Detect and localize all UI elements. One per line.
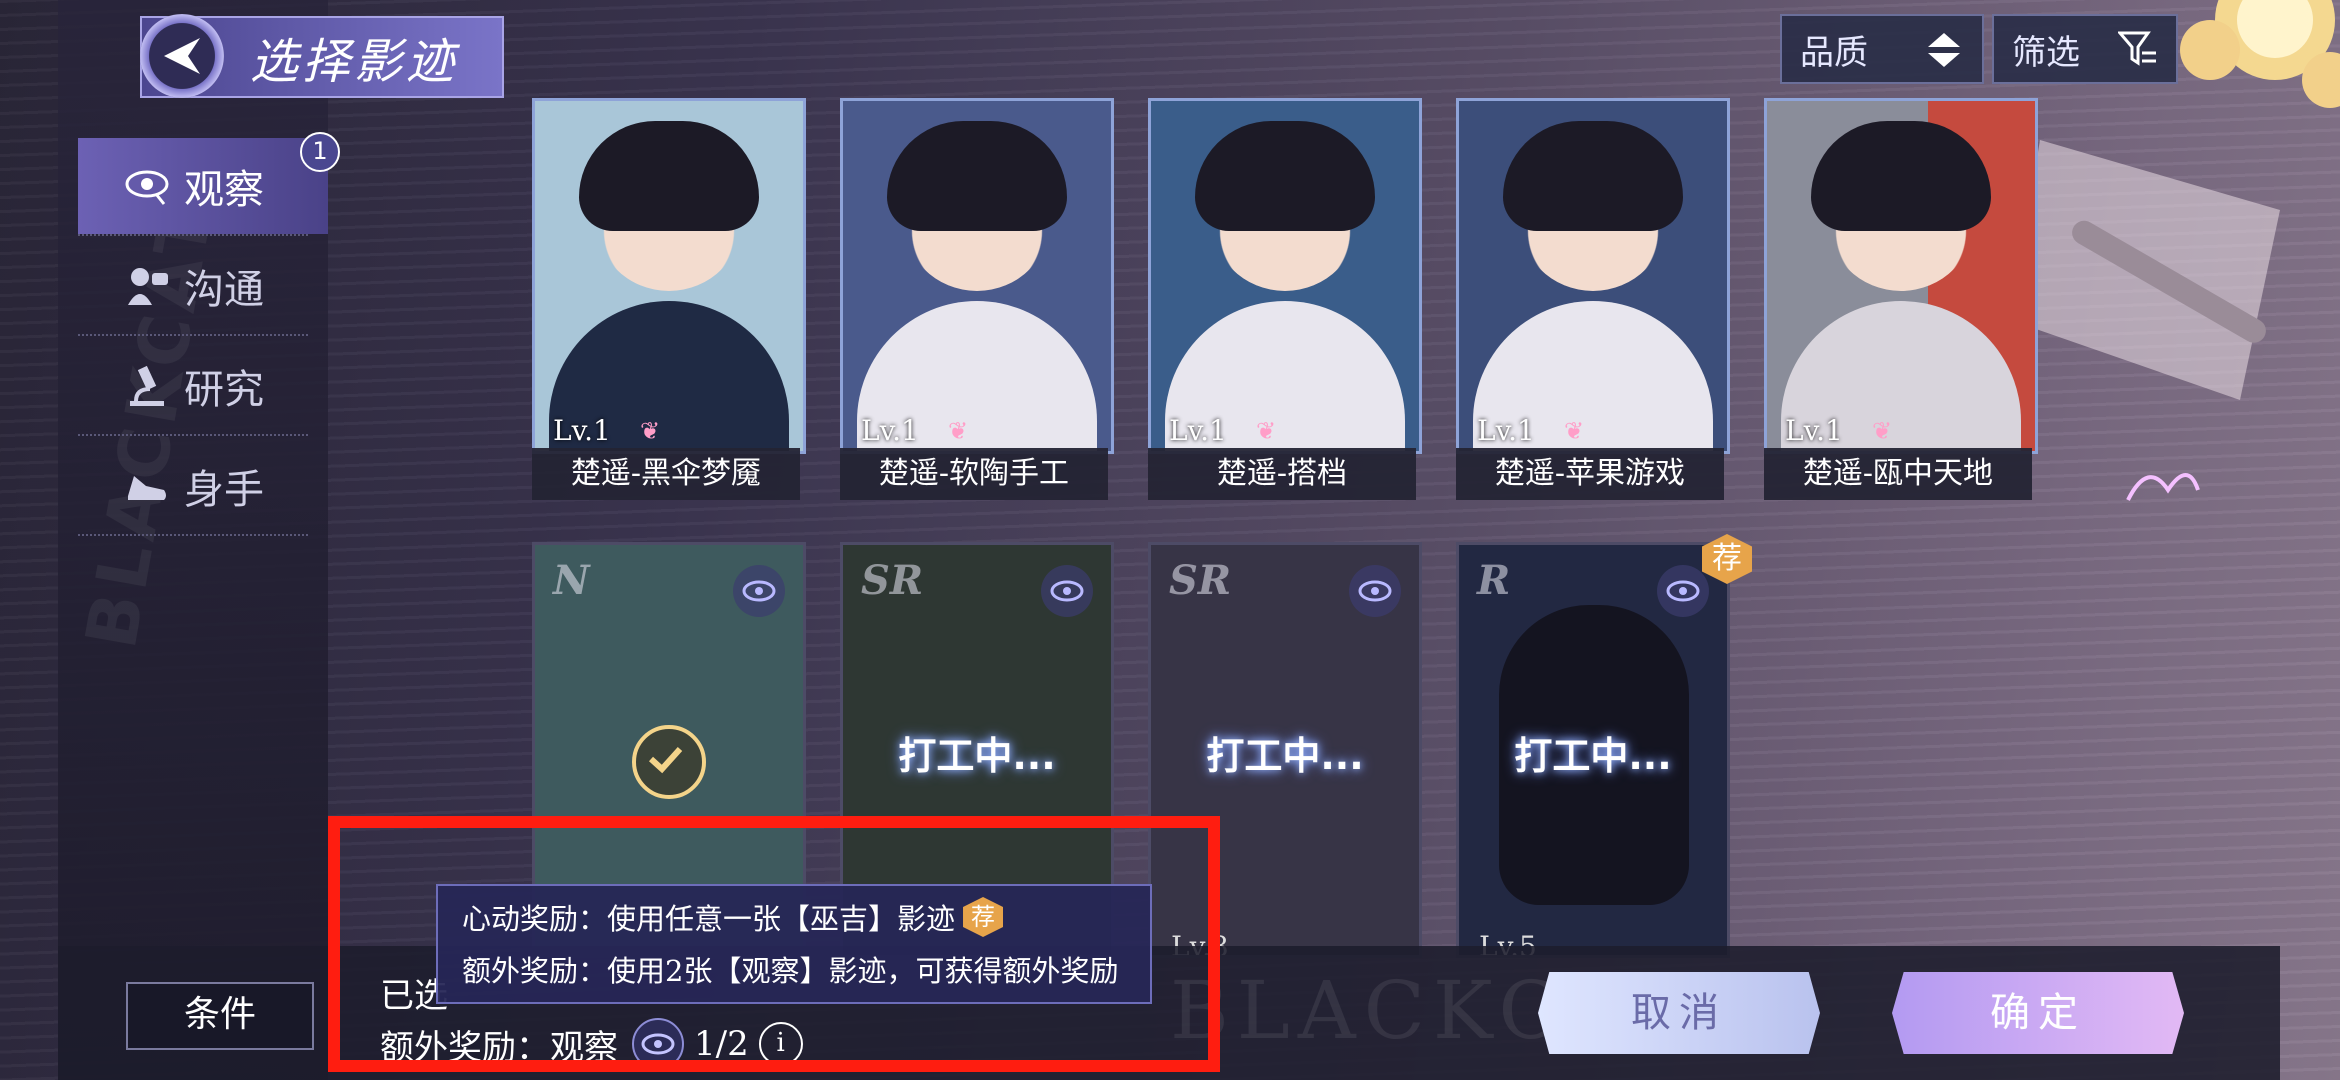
quality-sort-label: 品质	[1800, 32, 1868, 73]
observe-type-icon	[1657, 565, 1709, 617]
card-name: 楚遥-软陶手工	[840, 448, 1108, 500]
card-trace-4[interactable]: Lv.1 ❦	[1456, 98, 1730, 454]
card-trace-3[interactable]: Lv.1 ❦	[1148, 98, 1422, 454]
nav-divider	[78, 334, 308, 336]
observe-type-icon	[1041, 565, 1093, 617]
working-status: 打工中...	[1514, 734, 1672, 778]
card-level: Lv.1	[1477, 414, 1535, 447]
highlight-box	[328, 816, 1220, 1072]
nav-observe[interactable]: 观察	[78, 138, 328, 234]
nav-observe-label: 观察	[184, 167, 264, 213]
selected-check-icon	[632, 725, 706, 799]
nav-communicate-label: 沟通	[184, 267, 264, 313]
condition-button[interactable]: 条件	[126, 982, 314, 1050]
nav-divider	[78, 434, 308, 436]
butterfly-icon: ❦	[640, 417, 661, 445]
back-arrow-icon	[164, 38, 200, 74]
card-name: 楚遥-苹果游戏	[1456, 448, 1724, 500]
rarity-label: SR	[1169, 557, 1232, 604]
filter-label: 筛选	[2012, 32, 2080, 73]
speech-person-icon	[122, 261, 172, 311]
sneaker-icon	[122, 461, 172, 511]
confirm-button[interactable]: 确定	[1892, 972, 2184, 1054]
working-status: 打工中...	[1206, 734, 1364, 778]
butterfly-icon: ❦	[948, 417, 969, 445]
flower-ornament-icon	[2180, 0, 2340, 108]
rarity-label: SR	[861, 557, 924, 604]
cancel-button[interactable]: 取消	[1538, 972, 1820, 1054]
nav-research[interactable]: 研究	[78, 338, 328, 434]
nav-research-label: 研究	[184, 367, 264, 413]
card-trace-1[interactable]: Lv.1 ❦	[532, 98, 806, 454]
rarity-label: R	[1477, 557, 1511, 604]
nav-divider	[78, 534, 308, 536]
nav-communicate[interactable]: 沟通	[78, 238, 328, 334]
filter-button[interactable]: 筛选	[1992, 14, 2178, 84]
back-button[interactable]	[140, 14, 224, 98]
scroll-decoration	[2010, 140, 2280, 400]
sparkle-heart-icon	[2126, 473, 2200, 501]
nav-agility-label: 身手	[184, 467, 264, 513]
butterfly-icon: ❦	[1564, 417, 1585, 445]
microscope-icon	[122, 361, 172, 411]
filter-funnel-icon	[2118, 31, 2156, 66]
card-level: Lv.1	[1785, 414, 1843, 447]
card-level: Lv.1	[553, 414, 611, 447]
card-level: Lv.1	[861, 414, 919, 447]
card-level: Lv.1	[1169, 414, 1227, 447]
observe-type-icon	[733, 565, 785, 617]
card-trace-5[interactable]: Lv.1 ❦	[1764, 98, 2038, 454]
page-title: 选择影迹	[250, 34, 459, 90]
card-name: 楚遥-黑伞梦魇	[532, 448, 800, 500]
card-name: 楚遥-瓯中天地	[1764, 448, 2032, 500]
quality-sort-button[interactable]: 品质	[1780, 14, 1984, 84]
notification-badge: 1	[300, 132, 340, 172]
working-status: 打工中...	[898, 734, 1056, 778]
sort-arrows-icon	[1928, 33, 1960, 67]
nav-divider	[78, 234, 308, 236]
card-trace-2[interactable]: Lv.1 ❦	[840, 98, 1114, 454]
eye-icon	[122, 161, 172, 211]
card-name: 楚遥-搭档	[1148, 448, 1416, 500]
butterfly-icon: ❦	[1872, 417, 1893, 445]
nav-agility[interactable]: 身手	[78, 438, 328, 534]
observe-type-icon	[1349, 565, 1401, 617]
rarity-label: N	[553, 557, 590, 604]
butterfly-icon: ❦	[1256, 417, 1277, 445]
card-trace-r[interactable]: R 打工中... Lv.5	[1456, 542, 1730, 958]
